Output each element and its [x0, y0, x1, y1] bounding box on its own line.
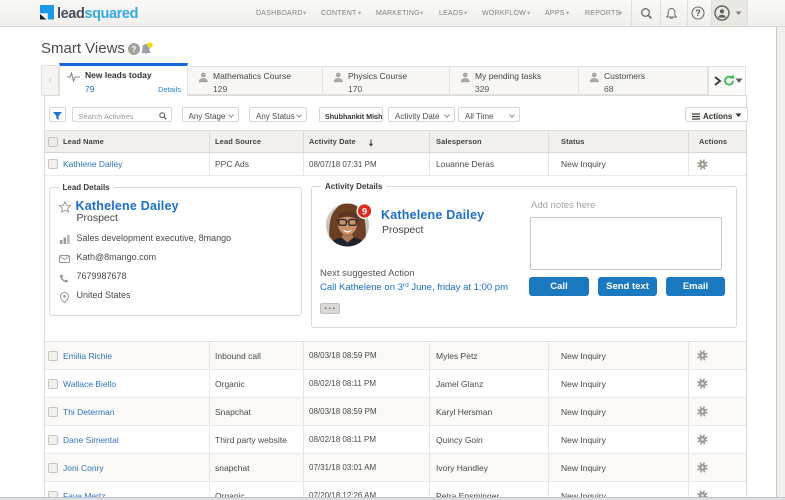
svg-text:?: ?: [695, 8, 701, 18]
svg-text:9: 9: [362, 206, 367, 217]
svg-text:?: ?: [132, 45, 137, 54]
